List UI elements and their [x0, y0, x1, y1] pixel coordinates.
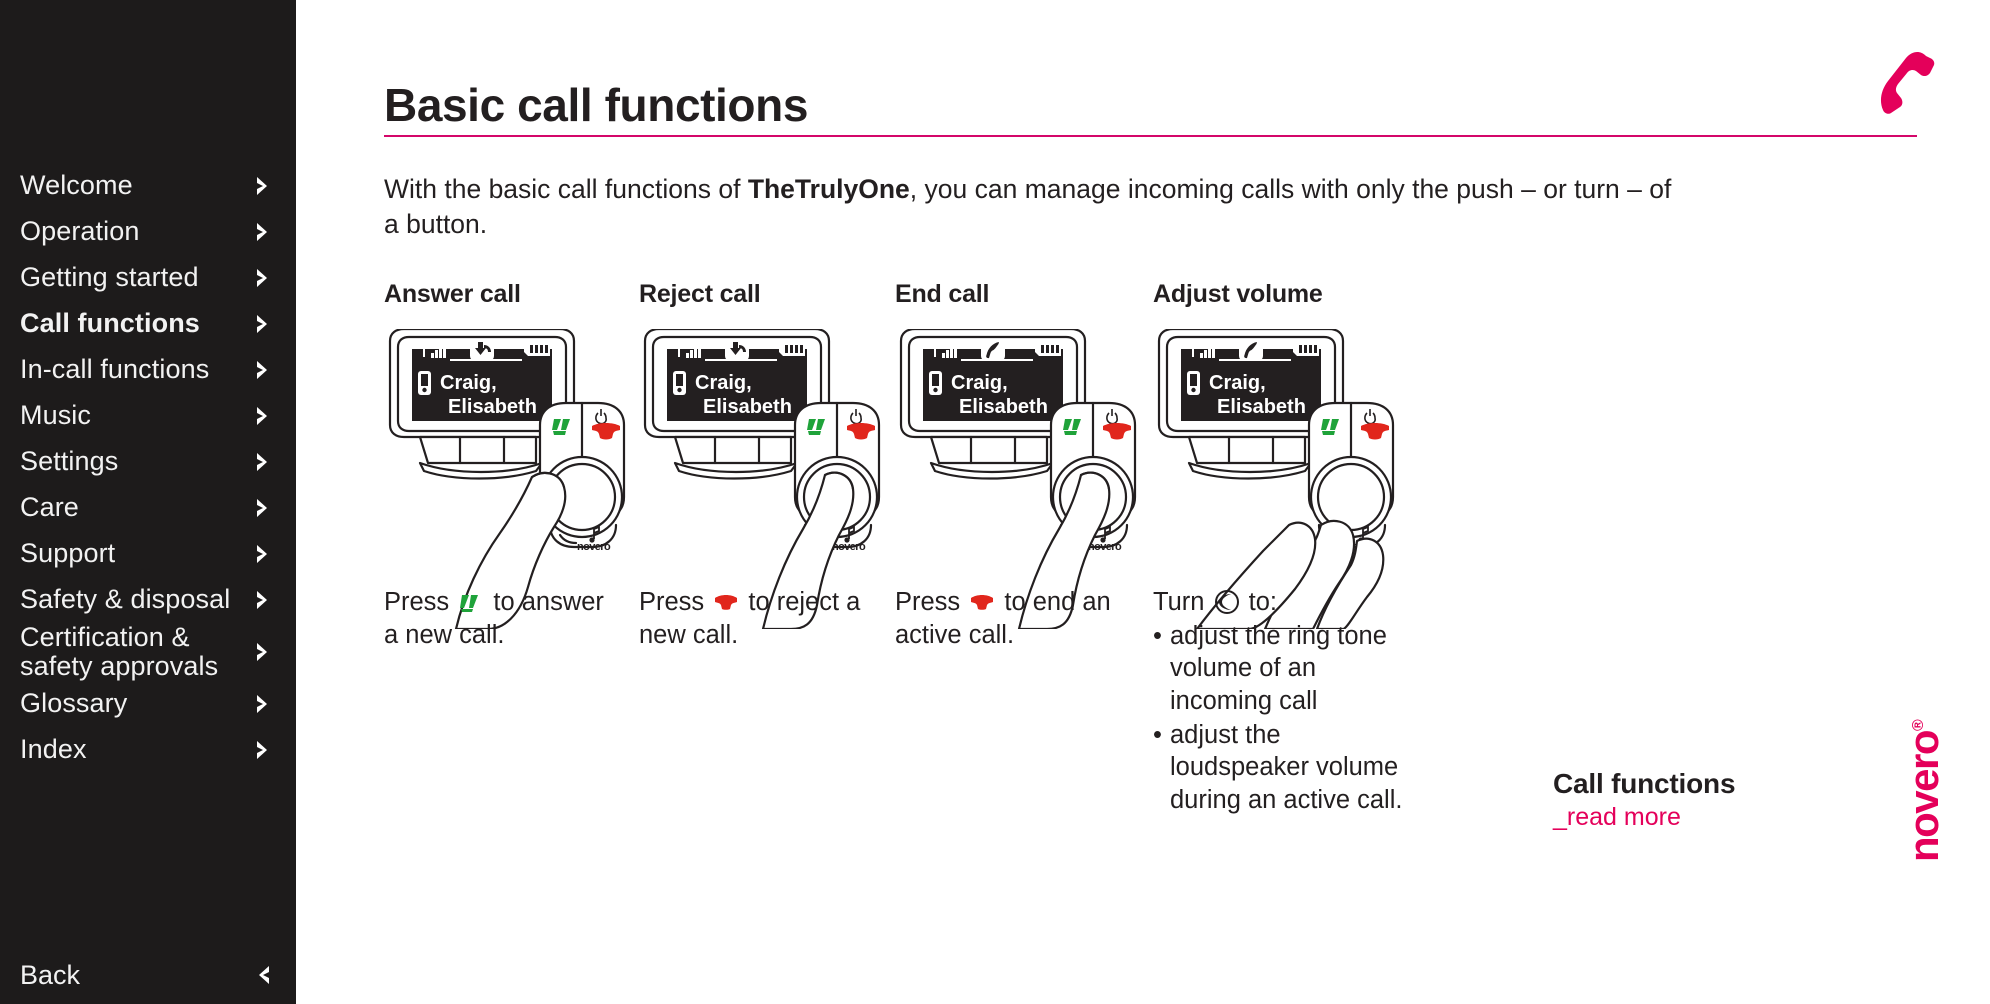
sidebar-item-label: Safety & disposal — [20, 584, 231, 615]
page-title: Basic call functions — [384, 79, 809, 131]
sidebar-item-label: Support — [20, 538, 116, 569]
chevron-right-icon — [250, 737, 276, 763]
sidebar-item-certification-safety-approvals[interactable]: Certification & safety approvals — [0, 621, 296, 681]
green-answer-call-icon — [458, 592, 484, 614]
svg-text:Elisabeth: Elisabeth — [703, 396, 792, 418]
panel-answer-call: Answer call Craig, Elisabeth novero — [384, 280, 634, 629]
rotary-dial-icon — [1214, 589, 1240, 615]
svg-text:Elisabeth: Elisabeth — [959, 396, 1048, 418]
sidebar-item-label: Index — [20, 734, 87, 765]
caption-text-post: to: — [1241, 588, 1278, 616]
caption-volume-lead: Turn to: — [1153, 586, 1405, 619]
device-illustration-reject: Craig, Elisabeth novero — [639, 329, 889, 629]
list-item: adjust the loudspeaker volume during an … — [1153, 719, 1405, 817]
red-end-call-icon — [969, 592, 995, 614]
panel-title: End call — [895, 280, 990, 308]
chevron-right-icon — [250, 541, 276, 567]
device-illustration-volume: Craig,Elisabethnovero — [1153, 329, 1403, 629]
panel-title: Adjust volume — [1153, 280, 1323, 308]
read-more-title: Call functions — [1553, 768, 1736, 799]
caption-adjust-volume: Turn to: adjust the ring tone volume of … — [1153, 586, 1405, 816]
caption-text-pre: Press — [384, 588, 457, 616]
sidebar-item-label: Operation — [20, 216, 140, 247]
intro-text-before: With the basic call functions of — [384, 174, 748, 204]
sidebar-item-welcome[interactable]: Welcome — [0, 163, 296, 209]
sidebar-item-getting-started[interactable]: Getting started — [0, 255, 296, 301]
sidebar-back-label: Back — [20, 959, 81, 990]
panel-end-call: End call Craig, Elisabeth novero — [895, 280, 1145, 629]
sidebar-item-safety-disposal[interactable]: Safety & disposal — [0, 577, 296, 623]
sidebar-item-music[interactable]: Music — [0, 393, 296, 439]
sidebar-item-index[interactable]: Index — [0, 727, 296, 773]
chevron-right-icon — [250, 587, 276, 613]
sidebar-item-label: Music — [20, 400, 92, 431]
chevron-right-icon — [250, 495, 276, 521]
sidebar-item-settings[interactable]: Settings — [0, 439, 296, 485]
intro-paragraph: With the basic call functions of TheTrul… — [384, 172, 1674, 242]
main-content: Basic call functions With the basic call… — [296, 0, 1990, 1004]
svg-text:novero: novero — [832, 541, 866, 553]
panel-adjust-volume: Adjust volume Craig,Elisabethnovero — [1153, 280, 1403, 629]
sidebar-item-label: Getting started — [20, 262, 199, 293]
sidebar-item-label: Call functions — [20, 308, 200, 339]
sidebar-item-label: Certification & safety approvals — [20, 621, 219, 681]
read-more-block[interactable]: Call functions _read more — [1553, 768, 1883, 832]
intro-product-name: TheTrulyOne — [747, 174, 910, 204]
caption-text-pre: Press — [895, 588, 968, 616]
caption-end-call: Press to end an active call. — [895, 586, 1121, 651]
sidebar-item-label: Glossary — [20, 688, 128, 719]
chevron-right-icon — [250, 691, 276, 717]
sidebar-item-support[interactable]: Support — [0, 531, 296, 577]
red-end-call-icon — [713, 592, 739, 614]
volume-bullet-list: adjust the ring tone volume of an incomi… — [1153, 620, 1405, 817]
chevron-right-icon — [250, 639, 276, 665]
device-illustration-answer: Craig, Elisabeth novero — [384, 329, 634, 629]
phone-handset-icon — [1864, 46, 1936, 122]
title-rule — [384, 135, 1917, 137]
sidebar-item-in-call-functions[interactable]: In-call functions — [0, 347, 296, 393]
sidebar-item-care[interactable]: Care — [0, 485, 296, 531]
sidebar-item-label: Welcome — [20, 170, 133, 201]
panel-title: Answer call — [384, 280, 521, 308]
chevron-right-icon — [250, 449, 276, 475]
svg-text:Craig,: Craig, — [951, 372, 1008, 394]
chevron-right-icon — [250, 403, 276, 429]
svg-text:Craig,: Craig, — [695, 372, 752, 394]
svg-text:Elisabeth: Elisabeth — [448, 396, 537, 418]
chevron-left-icon — [250, 962, 276, 988]
sidebar-item-glossary[interactable]: Glossary — [0, 681, 296, 727]
svg-text:Craig,: Craig, — [1209, 372, 1266, 394]
sidebar-item-operation[interactable]: Operation — [0, 209, 296, 255]
svg-text:Elisabeth: Elisabeth — [1217, 396, 1306, 418]
caption-text-pre: Press — [639, 588, 712, 616]
caption-answer-call: Press to answer a new call. — [384, 586, 614, 651]
panel-reject-call: Reject call Craig, Elisabeth novero — [639, 280, 889, 629]
sidebar-item-label: In-call functions — [20, 354, 210, 385]
brand-registered-mark: ® — [1910, 720, 1927, 731]
chevron-right-icon — [250, 173, 276, 199]
sidebar-nav: Welcome Operation Getting started Call func… — [0, 163, 296, 773]
novero-logo: novero® — [1900, 712, 1948, 862]
sidebar-item-call-functions[interactable]: Call functions — [0, 301, 296, 347]
list-item: adjust the ring tone volume of an incomi… — [1153, 620, 1405, 718]
chevron-right-icon — [250, 357, 276, 383]
brand-name: novero — [1900, 730, 1947, 862]
sidebar-item-label: Care — [20, 492, 79, 523]
chevron-right-icon — [250, 219, 276, 245]
sidebar-back-button[interactable]: Back — [0, 952, 296, 998]
sidebar-item-label: Settings — [20, 446, 119, 477]
caption-reject-call: Press to reject a new call. — [639, 586, 889, 651]
svg-text:novero: novero — [1088, 541, 1122, 553]
sidebar: Welcome Operation Getting started Call func… — [0, 0, 296, 1004]
caption-text-pre: Turn — [1153, 588, 1212, 616]
chevron-right-icon — [250, 265, 276, 291]
panel-title: Reject call — [639, 280, 761, 308]
device-illustration-end: Craig, Elisabeth novero — [895, 329, 1145, 629]
read-more-link[interactable]: _read more — [1553, 803, 1883, 832]
chevron-right-icon — [250, 311, 276, 337]
svg-text:novero: novero — [577, 541, 611, 553]
svg-text:Craig,: Craig, — [440, 372, 497, 394]
